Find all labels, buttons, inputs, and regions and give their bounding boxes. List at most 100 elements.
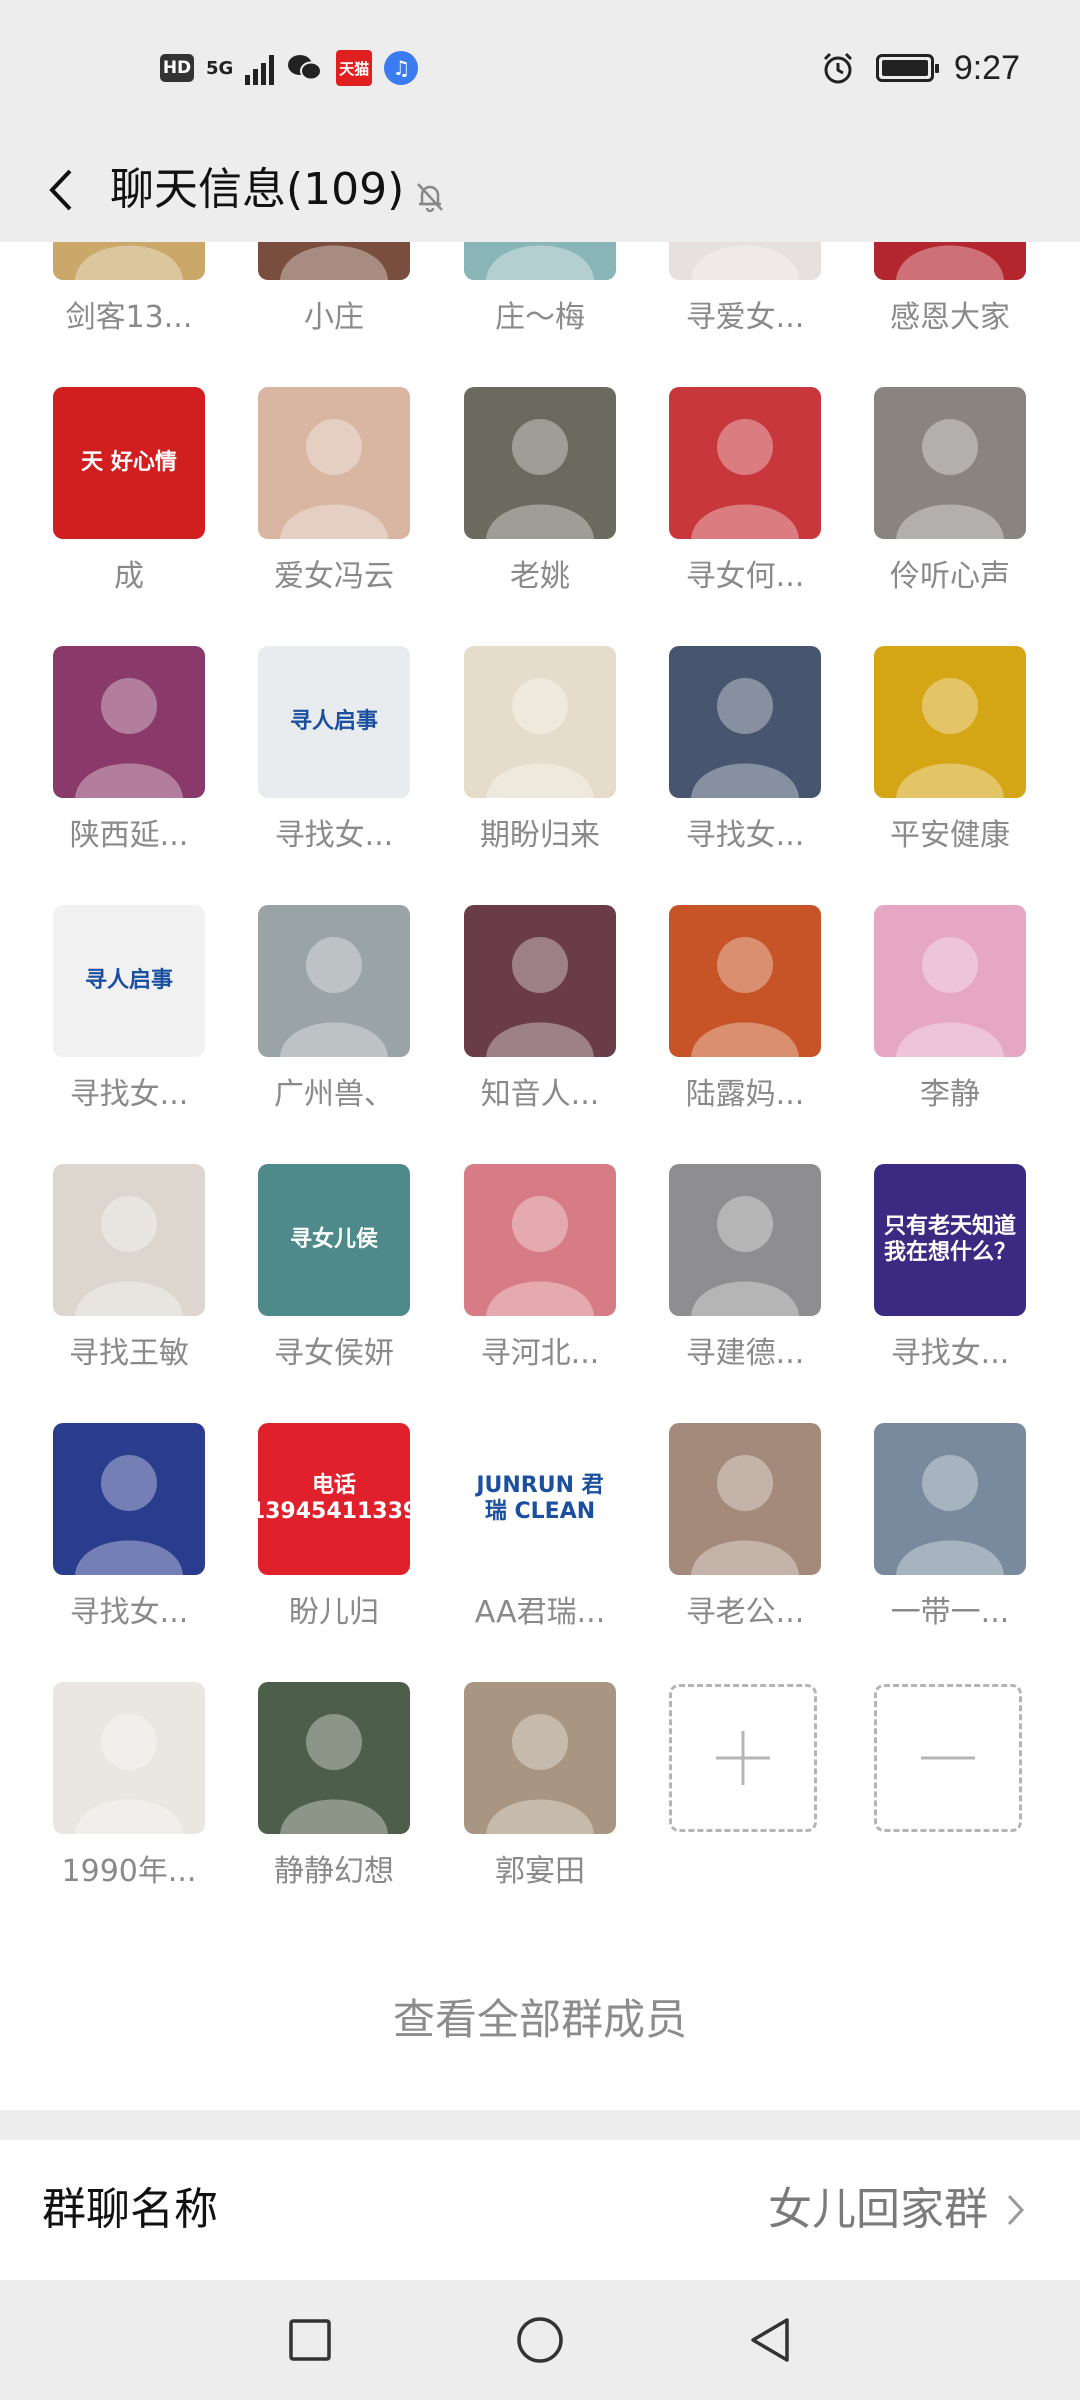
member-avatar [464, 242, 616, 280]
member-item[interactable]: 1990年... [53, 1682, 205, 1889]
member-item[interactable]: 寻女儿侯 寻女侯妍 [258, 1164, 410, 1371]
member-item[interactable]: 陆露妈... [669, 905, 821, 1112]
member-name: 剑客13... [65, 300, 193, 335]
member-item[interactable]: 寻找女... [53, 1423, 205, 1630]
tmall-icon: 天猫 [336, 50, 373, 86]
person-silhouette-icon [486, 419, 594, 539]
member-item[interactable]: 感恩大家 [874, 242, 1026, 335]
group-name-row[interactable]: 群聊名称 女儿回家群 [0, 2140, 1080, 2280]
member-item[interactable]: 天 好心情成 [53, 387, 205, 594]
member-item[interactable]: 平安健康 [874, 646, 1026, 853]
member-item[interactable]: 庄～梅 [464, 242, 616, 335]
member-avatar [669, 646, 821, 798]
recent-apps-button[interactable] [280, 2310, 340, 2370]
member-item[interactable]: 寻女何... [669, 387, 821, 594]
member-item[interactable]: 寻建德... [669, 1164, 821, 1371]
avatar-caption: 天 好心情 [81, 450, 177, 475]
member-avatar [53, 1682, 205, 1834]
person-silhouette-icon [486, 1196, 594, 1316]
add-member-button[interactable] [669, 1684, 821, 1884]
member-item[interactable]: 小庄 [258, 242, 410, 335]
member-name: 感恩大家 [890, 300, 1010, 335]
system-nav-bar [0, 2280, 1080, 2400]
member-item[interactable]: 老姚 [464, 387, 616, 594]
member-avatar [258, 387, 410, 539]
member-item[interactable]: 只有老天知道 我在想什么？ 寻找女... [874, 1164, 1026, 1371]
group-name-label: 群聊名称 [42, 2184, 218, 2235]
status-bar: HD 5G 天猫 ♫ 9:27 [0, 0, 1080, 138]
member-item[interactable]: 电话 13945411339 盼儿归 [258, 1423, 410, 1630]
member-avatar [669, 387, 821, 539]
member-name: 静静幻想 [274, 1854, 394, 1889]
member-name: 广州兽、 [274, 1077, 394, 1112]
member-avatar: 只有老天知道 我在想什么？ [874, 1164, 1026, 1316]
member-name: 寻找王敏 [69, 1336, 189, 1371]
person-silhouette-icon [896, 1455, 1004, 1575]
plus-icon [716, 1731, 770, 1785]
member-item[interactable]: JUNRUN 君瑞 CLEAN AA君瑞... [464, 1423, 616, 1630]
member-avatar: 寻人启事 [53, 905, 205, 1057]
member-item[interactable]: 静静幻想 [258, 1682, 410, 1889]
person-silhouette-icon [75, 245, 183, 280]
person-silhouette-icon [896, 678, 1004, 798]
avatar-caption: 寻人启事 [84, 968, 173, 993]
back-arrow-icon [49, 169, 72, 211]
member-name: 李静 [920, 1077, 980, 1112]
person-silhouette-icon [75, 1455, 183, 1575]
member-name: 寻找女... [890, 1336, 1010, 1371]
status-left-icons: HD 5G 天猫 ♫ [160, 46, 419, 90]
person-silhouette-icon [486, 245, 594, 280]
member-avatar [669, 1423, 821, 1575]
remove-member-button[interactable] [874, 1684, 1026, 1884]
member-item[interactable]: 伶听心声 [874, 387, 1026, 594]
member-name: 寻老公... [685, 1595, 805, 1630]
member-avatar: 寻女儿侯 [258, 1164, 410, 1316]
member-name: 盼儿归 [289, 1595, 379, 1630]
member-avatar [874, 905, 1026, 1057]
member-avatar [258, 242, 410, 280]
avatar-caption: JUNRUN 君瑞 CLEAN [476, 1473, 604, 1524]
member-item[interactable]: 广州兽、 [258, 905, 410, 1112]
member-avatar [874, 1423, 1026, 1575]
member-avatar: JUNRUN 君瑞 CLEAN [464, 1423, 616, 1575]
avatar-caption: 寻人启事 [289, 709, 378, 734]
member-item[interactable]: 期盼归来 [464, 646, 616, 853]
member-avatar [53, 1423, 205, 1575]
back-button[interactable] [30, 158, 94, 222]
avatar-caption: 寻女儿侯 [289, 1227, 378, 1252]
avatar-caption: 电话 13945411339 [258, 1473, 410, 1524]
member-item[interactable]: 爱女冯云 [258, 387, 410, 594]
square-icon [289, 2319, 331, 2361]
battery-icon [875, 54, 939, 82]
member-item[interactable]: 寻找女... [669, 646, 821, 853]
avatar-caption: 只有老天知道 我在想什么？ [883, 1214, 1016, 1265]
member-item[interactable]: 知音人... [464, 905, 616, 1112]
member-item[interactable]: 李静 [874, 905, 1026, 1112]
clock: 9:27 [953, 48, 1020, 87]
member-avatar [874, 387, 1026, 539]
member-item[interactable]: 郭宴田 [464, 1682, 616, 1889]
member-name: AA君瑞... [474, 1595, 606, 1630]
member-item[interactable]: 寻人启事 寻找女... [258, 646, 410, 853]
member-name: 爱女冯云 [274, 559, 394, 594]
member-item[interactable]: 寻河北... [464, 1164, 616, 1371]
member-item[interactable]: 寻爱女... [669, 242, 821, 335]
member-name: 小庄 [304, 300, 364, 335]
person-silhouette-icon [280, 245, 388, 280]
member-item[interactable]: 寻找王敏 [53, 1164, 205, 1371]
home-button[interactable] [510, 2310, 570, 2370]
back-nav-button[interactable] [740, 2310, 800, 2370]
member-item[interactable]: 剑客13... [53, 242, 205, 335]
member-name: 期盼归来 [480, 818, 600, 853]
member-name: 陕西延... [69, 818, 189, 853]
member-name: 伶听心声 [890, 559, 1010, 594]
person-silhouette-icon [896, 937, 1004, 1057]
member-item[interactable]: 陕西延... [53, 646, 205, 853]
member-item[interactable]: 寻人启事 寻找女... [53, 905, 205, 1112]
member-item[interactable]: 寻老公... [669, 1423, 821, 1630]
circle-icon [517, 2317, 563, 2363]
member-name: 1990年... [61, 1854, 197, 1889]
member-item[interactable]: 一带一... [874, 1423, 1026, 1630]
member-avatar [53, 646, 205, 798]
view-all-members-link[interactable]: 查看全部群成员 [0, 1984, 1080, 2056]
